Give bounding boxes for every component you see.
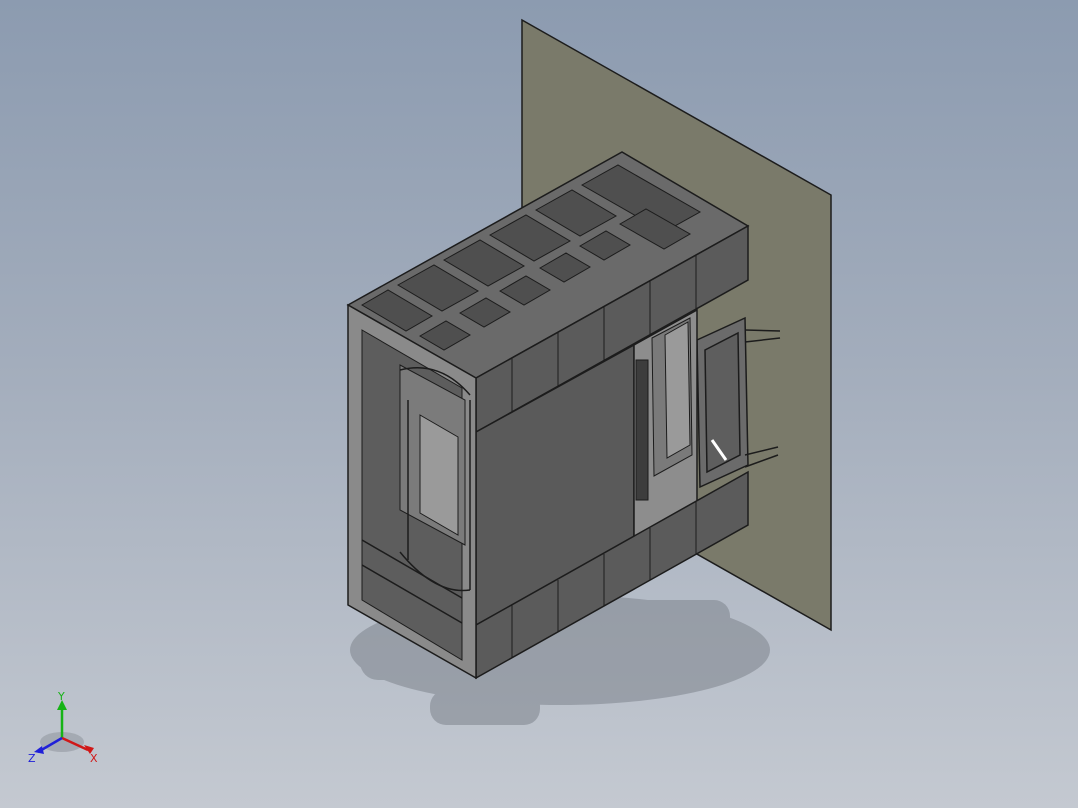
- y-axis-label: Y: [57, 690, 65, 703]
- x-axis-label: X: [90, 752, 98, 765]
- coordinate-triad: Y X Z: [28, 690, 98, 765]
- z-axis-label: Z: [28, 752, 36, 765]
- graphics-viewport[interactable]: Y X Z: [0, 0, 1078, 808]
- assembly-model-view[interactable]: [0, 0, 1078, 808]
